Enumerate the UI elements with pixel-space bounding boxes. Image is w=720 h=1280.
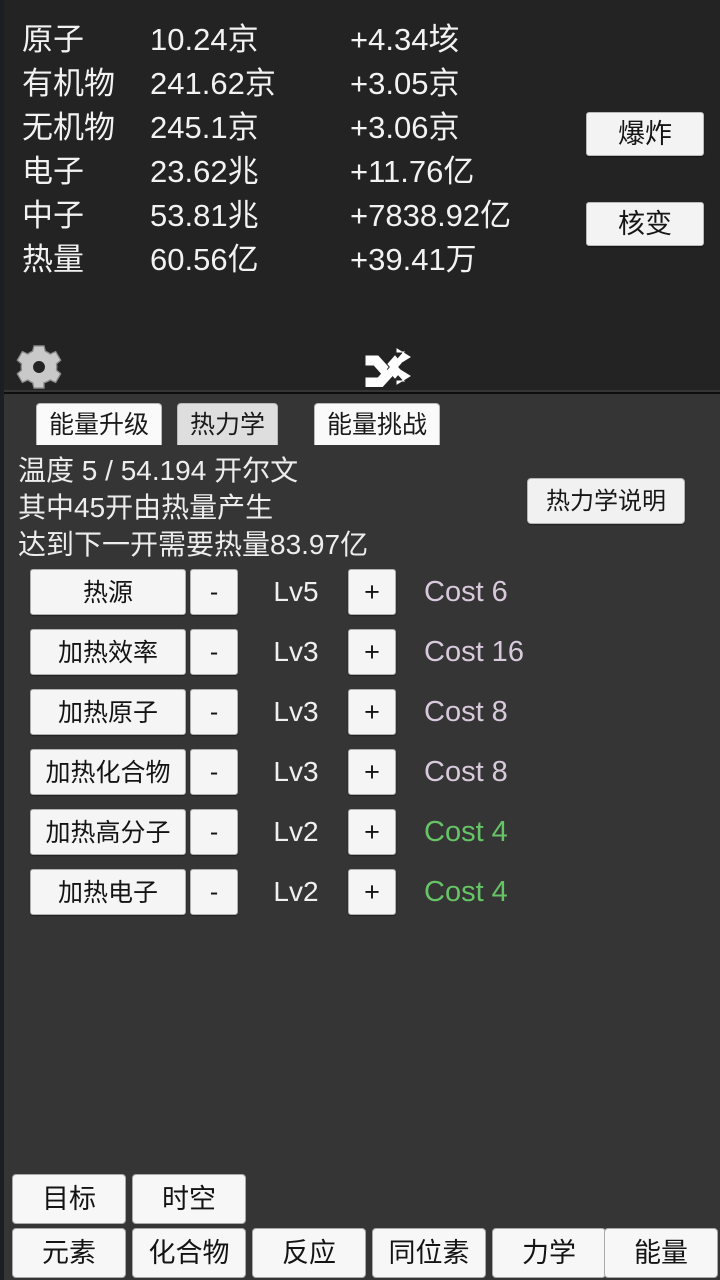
- stat-delta-inorganic: +3.06京: [350, 110, 460, 145]
- shuffle-icon[interactable]: [364, 347, 420, 388]
- stat-value-atoms: 10.24京: [150, 22, 259, 57]
- stat-delta-organic: +3.05京: [350, 66, 460, 101]
- table-row: 原子 10.24京 +4.34垓: [22, 18, 562, 62]
- upgrade-decrement-button[interactable]: -: [190, 809, 238, 855]
- table-row: 电子 23.62兆 +11.76亿: [22, 150, 562, 194]
- game-screen: 原子 10.24京 +4.34垓 有机物 241.62京 +3.05京 无机物 …: [0, 0, 720, 1280]
- explode-button[interactable]: 爆炸: [586, 112, 704, 156]
- nav-reactions[interactable]: 反应: [252, 1228, 366, 1278]
- stat-label-electrons: 电子: [22, 154, 84, 189]
- upgrade-cost: Cost 8: [424, 755, 508, 788]
- upgrade-name-heat-source[interactable]: 热源: [30, 569, 186, 615]
- upgrade-increment-button[interactable]: +: [348, 689, 396, 735]
- next-kelvin-requirement-line: 达到下一开需要热量83.97亿: [18, 529, 369, 560]
- tab-energy-upgrade[interactable]: 能量升级: [36, 403, 163, 445]
- stat-label-organic: 有机物: [22, 66, 115, 101]
- list-item: 加热化合物 - Lv3 + Cost 8: [4, 742, 720, 802]
- upgrade-cost: Cost 6: [424, 575, 508, 608]
- gear-icon[interactable]: [16, 344, 62, 390]
- stat-delta-atoms: +4.34垓: [350, 22, 460, 57]
- stat-label-atoms: 原子: [22, 22, 84, 57]
- stat-label-heat: 热量: [22, 242, 84, 277]
- list-item: 加热原子 - Lv3 + Cost 8: [4, 682, 720, 742]
- tab-thermodynamics[interactable]: 热力学: [177, 403, 279, 445]
- stat-value-neutrons: 53.81兆: [150, 198, 259, 233]
- stat-delta-electrons: +11.76亿: [350, 154, 475, 189]
- tab-energy-challenge[interactable]: 能量挑战: [314, 403, 441, 445]
- upgrade-name-heat-atoms[interactable]: 加热原子: [30, 689, 186, 735]
- nav-spacetime[interactable]: 时空: [132, 1174, 246, 1224]
- upgrade-decrement-button[interactable]: -: [190, 869, 238, 915]
- table-row: 热量 60.56亿 +39.41万: [22, 238, 562, 282]
- upgrade-level: Lv3: [273, 636, 319, 667]
- icon-toolbar: [4, 330, 720, 390]
- stat-delta-neutrons: +7838.92亿: [350, 198, 512, 233]
- secondary-nav-bar: 目标 时空: [4, 1172, 720, 1226]
- upgrade-name-heat-compounds[interactable]: 加热化合物: [30, 749, 186, 795]
- upgrade-name-heat-electrons[interactable]: 加热电子: [30, 869, 186, 915]
- primary-nav-bar: 元素 化合物 反应 同位素 力学 能量: [4, 1226, 720, 1280]
- upgrade-decrement-button[interactable]: -: [190, 689, 238, 735]
- nav-mechanics[interactable]: 力学: [492, 1228, 606, 1278]
- thermodynamics-info: 温度 5 / 54.194 开尔文 其中45开由热量产生 达到下一开需要热量83…: [18, 452, 518, 563]
- stat-value-inorganic: 245.1京: [150, 110, 259, 145]
- upgrade-increment-button[interactable]: +: [348, 749, 396, 795]
- nav-elements[interactable]: 元素: [12, 1228, 126, 1278]
- upgrade-level: Lv2: [273, 816, 319, 847]
- list-item: 加热效率 - Lv3 + Cost 16: [4, 622, 720, 682]
- upgrade-level: Lv2: [273, 876, 319, 907]
- upgrade-decrement-button[interactable]: -: [190, 629, 238, 675]
- upgrade-cost: Cost 4: [424, 875, 508, 908]
- stat-label-inorganic: 无机物: [22, 110, 115, 145]
- upgrade-increment-button[interactable]: +: [348, 629, 396, 675]
- upgrade-cost: Cost 8: [424, 695, 508, 728]
- upgrade-increment-button[interactable]: +: [348, 569, 396, 615]
- upgrade-level: Lv3: [273, 756, 319, 787]
- nav-goals[interactable]: 目标: [12, 1174, 126, 1224]
- thermodynamics-help-button[interactable]: 热力学说明: [527, 478, 685, 524]
- table-row: 无机物 245.1京 +3.06京: [22, 106, 562, 150]
- upgrade-decrement-button[interactable]: -: [190, 569, 238, 615]
- list-item: 加热电子 - Lv2 + Cost 4: [4, 862, 720, 922]
- nav-compounds[interactable]: 化合物: [132, 1228, 246, 1278]
- stat-value-organic: 241.62京: [150, 66, 276, 101]
- fission-button[interactable]: 核变: [586, 202, 704, 246]
- upgrade-name-heating-efficiency[interactable]: 加热效率: [30, 629, 186, 675]
- upgrade-level: Lv5: [273, 576, 319, 607]
- upgrade-cost: Cost 16: [424, 635, 524, 668]
- upgrade-increment-button[interactable]: +: [348, 809, 396, 855]
- stat-value-heat: 60.56亿: [150, 242, 259, 277]
- table-row: 有机物 241.62京 +3.05京: [22, 62, 562, 106]
- nav-energy[interactable]: 能量: [604, 1228, 718, 1278]
- upgrade-increment-button[interactable]: +: [348, 869, 396, 915]
- list-item: 热源 - Lv5 + Cost 6: [4, 562, 720, 622]
- resource-stats-table: 原子 10.24京 +4.34垓 有机物 241.62京 +3.05京 无机物 …: [22, 18, 562, 282]
- stat-label-neutrons: 中子: [22, 198, 84, 233]
- upgrade-list: 热源 - Lv5 + Cost 6 加热效率 - Lv3 + Cost 16 加…: [4, 562, 720, 922]
- table-row: 中子 53.81兆 +7838.92亿: [22, 194, 562, 238]
- upgrade-cost: Cost 4: [424, 815, 508, 848]
- list-item: 加热高分子 - Lv2 + Cost 4: [4, 802, 720, 862]
- nav-isotopes[interactable]: 同位素: [372, 1228, 486, 1278]
- upgrade-name-heat-polymers[interactable]: 加热高分子: [30, 809, 186, 855]
- upgrade-decrement-button[interactable]: -: [190, 749, 238, 795]
- section-tab-bar: 能量升级 热力学 能量挑战: [4, 392, 720, 445]
- temperature-line: 温度 5 / 54.194 开尔文: [18, 455, 299, 486]
- stat-value-electrons: 23.62兆: [150, 154, 259, 189]
- stat-delta-heat: +39.41万: [350, 242, 477, 277]
- upgrade-level: Lv3: [273, 696, 319, 727]
- heat-contribution-line: 其中45开由热量产生: [18, 492, 274, 523]
